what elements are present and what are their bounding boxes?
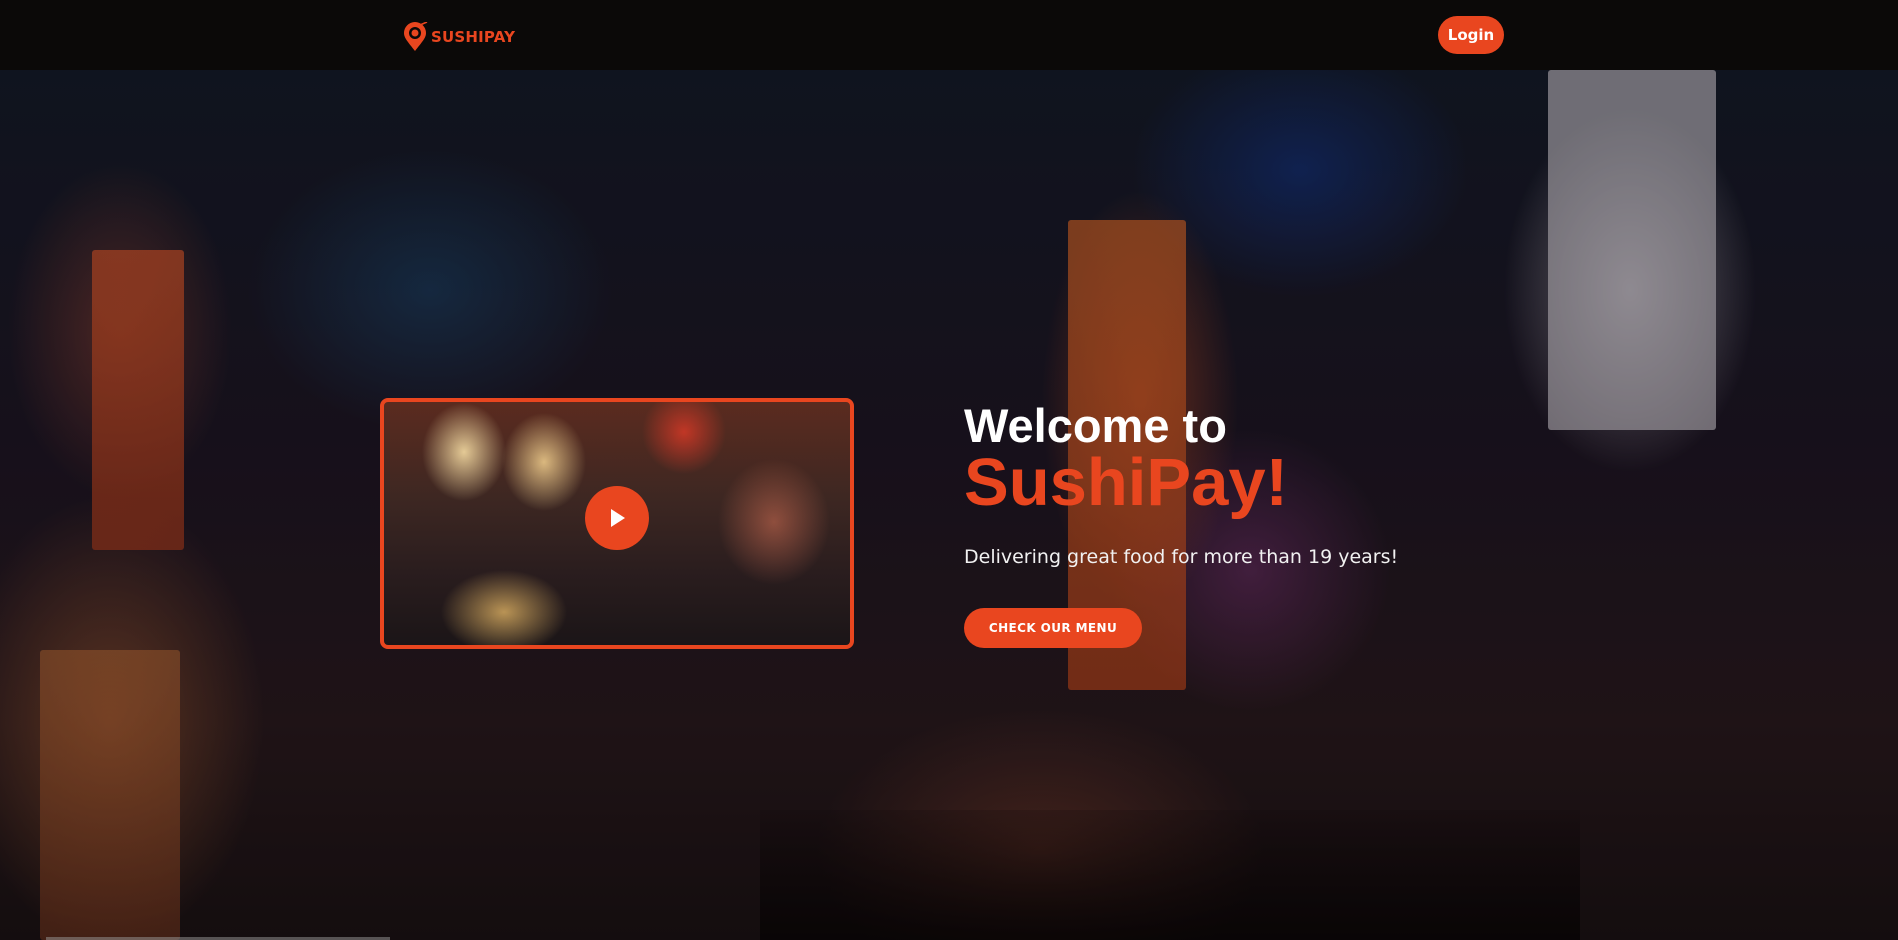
play-button[interactable] [585, 486, 649, 550]
hero-title-brand: SushiPay! [964, 445, 1288, 520]
logo[interactable]: SUSHIPAY [402, 22, 515, 52]
top-navbar: SUSHIPAY Login [0, 0, 1898, 70]
hero-section [0, 70, 1898, 940]
hero-tagline: Delivering great food for more than 19 y… [964, 546, 1399, 568]
play-icon [611, 509, 625, 527]
logo-text: SUSHIPAY [431, 28, 516, 46]
video-thumbnail[interactable] [380, 398, 854, 649]
hero-overlay [0, 70, 1898, 940]
sushi-pin-icon [404, 22, 428, 51]
check-menu-button[interactable]: CHECK OUR MENU [964, 608, 1142, 648]
hero-text-block: Welcome to SushiPay! Delivering great fo… [964, 400, 1398, 648]
login-button[interactable]: Login [1438, 16, 1504, 54]
